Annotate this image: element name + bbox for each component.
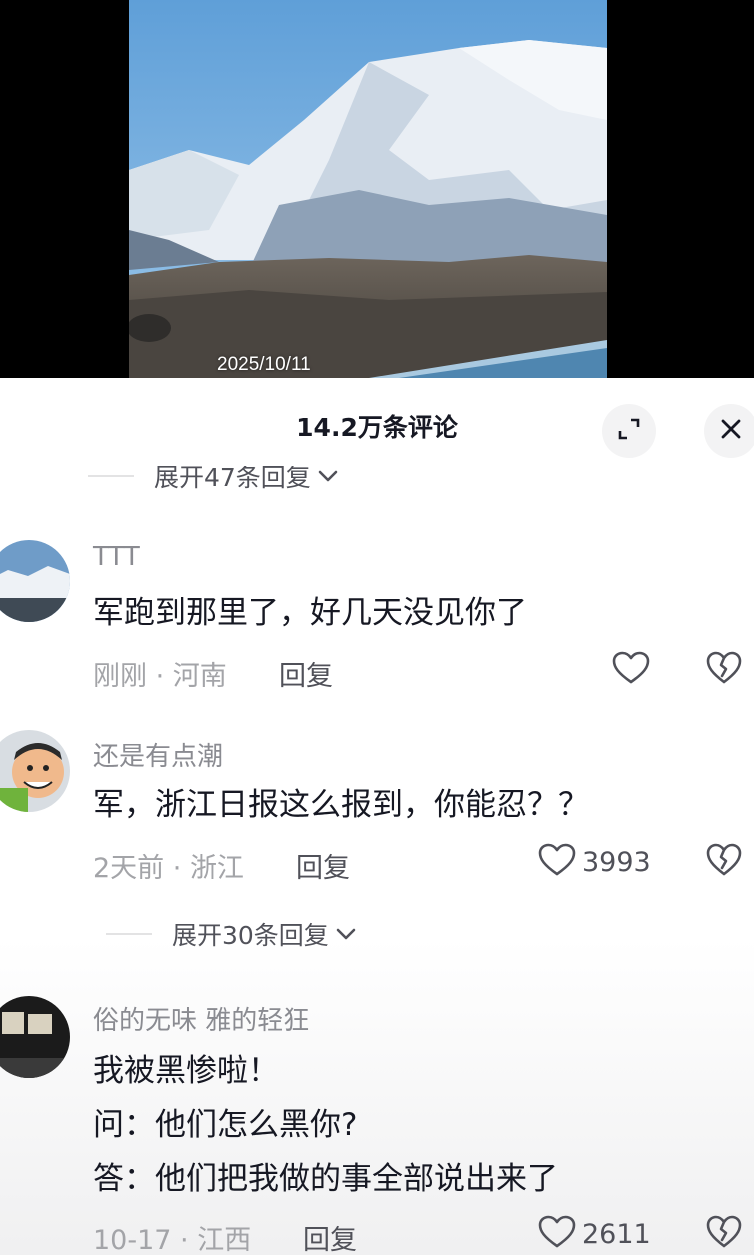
broken-heart-icon — [706, 1215, 742, 1253]
heart-icon — [612, 651, 650, 689]
close-icon — [719, 417, 743, 445]
comment-time: 10-17 — [93, 1225, 172, 1255]
comment-panel: 展开47条回复 14.2万条评论 TTT 军跑到那里了，好几天没见你了 刚刚 ·… — [0, 378, 754, 1255]
mountain-scene-image — [129, 0, 607, 378]
comment-meta: 2天前 · 浙江 — [93, 846, 244, 885]
like-button[interactable] — [612, 651, 650, 689]
comment-item: TTT 军跑到那里了，好几天没见你了 刚刚 · 河南 回复 — [0, 536, 754, 696]
avatar[interactable] — [0, 730, 70, 812]
comment-panel-header: 14.2万条评论 — [0, 378, 754, 466]
comment-text-line: 我被黑惨啦！ — [93, 1053, 279, 1089]
meta-separator: · — [171, 1225, 198, 1255]
divider-line — [88, 475, 134, 477]
chevron-down-icon — [335, 927, 357, 941]
like-count: 2611 — [582, 1218, 651, 1250]
expand-replies-row[interactable]: 展开30条回复 — [106, 916, 357, 952]
video-player[interactable]: 2025/10/11 — [0, 0, 754, 378]
comment-time: 2天前 — [93, 853, 165, 884]
dislike-button[interactable] — [706, 651, 742, 689]
comment-username[interactable]: TTT — [93, 542, 140, 572]
comment-location: 河南 — [172, 661, 227, 692]
expand-icon — [616, 416, 642, 446]
avatar[interactable] — [0, 540, 70, 622]
avatar[interactable] — [0, 996, 70, 1078]
close-button[interactable] — [704, 404, 754, 458]
chevron-down-icon — [317, 469, 339, 483]
comment-text-line: 答：他们把我做的事全部说出来了 — [93, 1161, 558, 1197]
dislike-button[interactable] — [706, 843, 742, 881]
video-frame: 2025/10/11 — [129, 0, 607, 378]
comment-item: 俗的无味 雅的轻狂 我被黑惨啦！ 问：他们怎么黑你? 答：他们把我做的事全部说出… — [0, 996, 754, 1255]
comment-location: 江西 — [197, 1225, 252, 1255]
heart-icon — [538, 843, 576, 881]
broken-heart-icon — [706, 651, 742, 689]
heart-icon — [538, 1215, 576, 1253]
meta-separator: · — [164, 853, 190, 884]
comment-location: 浙江 — [189, 853, 244, 884]
video-date-stamp: 2025/10/11 — [217, 354, 311, 375]
comment-meta: 10-17 · 江西 — [93, 1218, 251, 1255]
comment-username[interactable]: 还是有点潮 — [93, 736, 223, 773]
comment-text: 军跑到那里了，好几天没见你了 — [93, 595, 527, 631]
comment-username[interactable]: 俗的无味 雅的轻狂 — [93, 1000, 309, 1037]
expand-button[interactable] — [602, 404, 656, 458]
comment-time: 刚刚 — [93, 661, 147, 692]
comment-text-line: 问：他们怎么黑你? — [93, 1107, 358, 1143]
divider-line — [106, 933, 152, 935]
broken-heart-icon — [706, 843, 742, 881]
like-button[interactable]: 2611 — [538, 1215, 651, 1253]
dislike-button[interactable] — [706, 1215, 742, 1253]
meta-separator: · — [147, 661, 173, 692]
comment-item: 还是有点潮 军，浙江日报这么报到，你能忍？？ 2天前 · 浙江 回复 3993 … — [0, 730, 754, 950]
expand-replies-label: 展开30条回复 — [172, 921, 329, 950]
comment-meta: 刚刚 · 河南 — [93, 654, 227, 693]
reply-button[interactable]: 回复 — [296, 846, 350, 885]
comment-text: 军，浙江日报这么报到，你能忍？？ — [93, 787, 589, 823]
reply-button[interactable]: 回复 — [279, 654, 333, 693]
like-count: 3993 — [582, 846, 651, 878]
reply-button[interactable]: 回复 — [303, 1218, 357, 1255]
like-button[interactable]: 3993 — [538, 843, 651, 881]
